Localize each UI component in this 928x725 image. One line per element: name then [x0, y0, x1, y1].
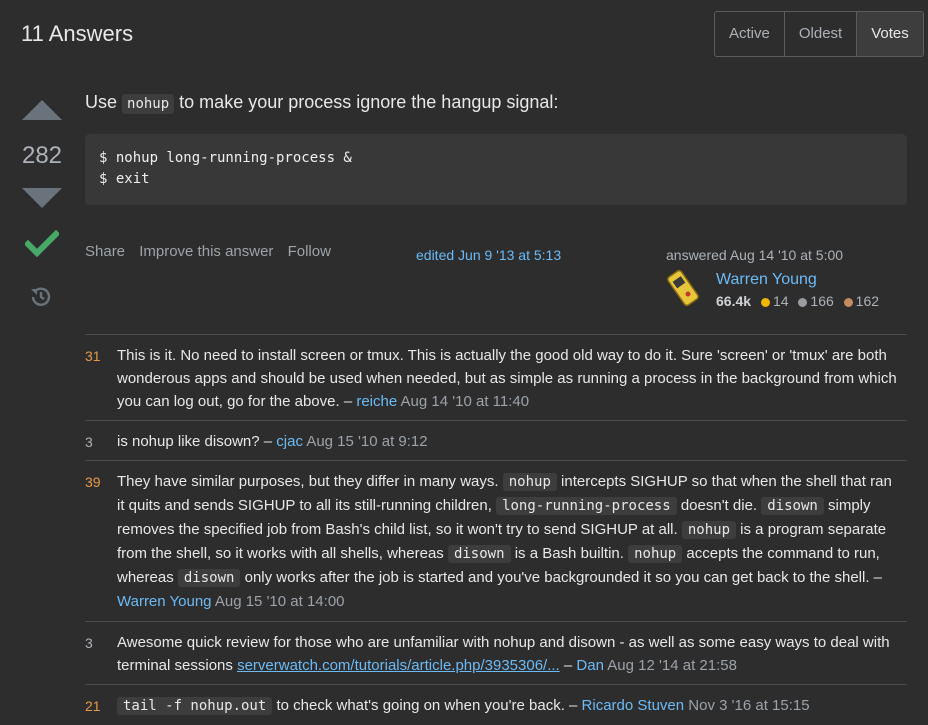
comment-user-link[interactable]: Dan	[576, 657, 604, 674]
comment-text: to check what's going on when you're bac…	[272, 697, 578, 714]
comment-score: 3	[85, 434, 93, 450]
user-name-link[interactable]: Warren Young	[716, 271, 817, 289]
share-link[interactable]: Share	[85, 243, 125, 260]
comment-body: is nohup like disown? – cjac Aug 15 '10 …	[117, 421, 907, 460]
bronze-badge-icon	[843, 297, 853, 307]
inline-code: nohup	[681, 521, 737, 539]
comment-score: 39	[85, 474, 101, 490]
history-icon[interactable]	[29, 285, 53, 314]
answers-header: 11 Answers Active Oldest Votes	[0, 0, 928, 70]
gold-badge-icon	[760, 297, 770, 307]
inline-code: nohup	[122, 94, 175, 114]
answered-timestamp: answered Aug 14 '10 at 5:00	[666, 247, 844, 263]
avatar[interactable]	[666, 269, 706, 309]
comment-date[interactable]: Aug 12 '14 at 21:58	[607, 657, 737, 674]
answer-text-part: to make your process ignore the hangup s…	[174, 92, 559, 112]
downvote-arrow-icon[interactable]	[22, 188, 62, 208]
bronze-badge-count: 162	[855, 293, 880, 309]
comment: 21 tail -f nohup.out to check what's goi…	[85, 684, 907, 725]
silver-badge-icon	[798, 297, 808, 307]
answer-post: Use nohup to make your process ignore th…	[85, 88, 907, 205]
comment: 39 They have similar purposes, but they …	[85, 460, 907, 621]
comment: 3 Awesome quick review for those who are…	[85, 621, 907, 684]
answer-text: Use nohup to make your process ignore th…	[85, 88, 907, 118]
inline-code: nohup	[502, 473, 557, 491]
comment-external-link[interactable]: serverwatch.com/tutorials/article.php/39…	[237, 657, 560, 674]
inline-code: tail -f nohup.out	[117, 697, 273, 715]
comment-body: Awesome quick review for those who are u…	[117, 622, 907, 684]
sort-tabs: Active Oldest Votes	[714, 11, 924, 57]
post-menu: Share Improve this answer Follow	[85, 243, 341, 260]
comment-score: 31	[85, 348, 101, 364]
comment-date[interactable]: Nov 3 '16 at 15:15	[688, 697, 809, 714]
inline-code: disown	[177, 569, 241, 587]
answer-text-part: Use	[85, 92, 123, 112]
comment-text: is a Bash builtin.	[510, 545, 629, 562]
comment: 3 is nohup like disown? – cjac Aug 15 '1…	[85, 420, 907, 460]
comment-text: They have similar purposes, but they dif…	[117, 473, 503, 490]
comment-text: only works after the job is started and …	[240, 569, 883, 586]
sort-votes-button[interactable]: Votes	[857, 12, 923, 56]
comment-user-link[interactable]: cjac	[276, 433, 303, 450]
silver-badge-count: 166	[810, 293, 834, 309]
code-line: $ exit	[99, 171, 150, 187]
comment-dash: –	[563, 657, 573, 674]
inline-code: disown	[447, 545, 511, 563]
comment-score: 21	[85, 698, 101, 714]
comment-score: 3	[85, 635, 93, 651]
comment-text: doesn't die.	[676, 497, 762, 514]
comment-date[interactable]: Aug 15 '10 at 9:12	[306, 433, 427, 450]
comment-body: This is it. No need to install screen or…	[117, 335, 907, 420]
inline-code: nohup	[628, 545, 683, 563]
comment: 31 This is it. No need to install screen…	[85, 334, 907, 420]
inline-code: long-running-process	[496, 497, 677, 515]
sort-oldest-button[interactable]: Oldest	[785, 12, 858, 56]
answers-count-title: 11 Answers	[21, 21, 134, 46]
comment-user-link[interactable]: Ricardo Stuven	[582, 697, 685, 714]
code-block: $ nohup long-running-process & $ exit	[85, 134, 907, 205]
gold-badge-count: 14	[772, 293, 789, 309]
comment-user-link[interactable]: reiche	[356, 393, 397, 410]
comment-date[interactable]: Aug 14 '10 at 11:40	[401, 393, 530, 410]
vote-count: 282	[21, 142, 63, 169]
comment-body: tail -f nohup.out to check what's going …	[117, 685, 907, 725]
upvote-arrow-icon[interactable]	[22, 100, 62, 120]
comment-text: is nohup like disown? –	[117, 433, 273, 450]
accepted-check-icon	[23, 229, 61, 263]
comment-date[interactable]: Aug 15 '10 at 14:00	[215, 593, 345, 610]
reputation-line: 66.4k 14 166 162	[716, 293, 879, 309]
comment-user-link[interactable]: Warren Young	[117, 593, 212, 610]
comments-list: 31 This is it. No need to install screen…	[85, 334, 907, 725]
sort-active-button[interactable]: Active	[715, 12, 785, 56]
follow-link[interactable]: Follow	[288, 243, 331, 260]
edited-link[interactable]: edited Jun 9 '13 at 5:13	[416, 247, 561, 263]
reputation-score: 66.4k	[716, 293, 752, 309]
inline-code: disown	[761, 497, 824, 515]
user-card: answered Aug 14 '10 at 5:00 Warren Young…	[666, 247, 906, 309]
comment-body: They have similar purposes, but they dif…	[117, 461, 907, 621]
improve-answer-link[interactable]: Improve this answer	[139, 243, 273, 260]
code-line: $ nohup long-running-process &	[99, 150, 352, 166]
